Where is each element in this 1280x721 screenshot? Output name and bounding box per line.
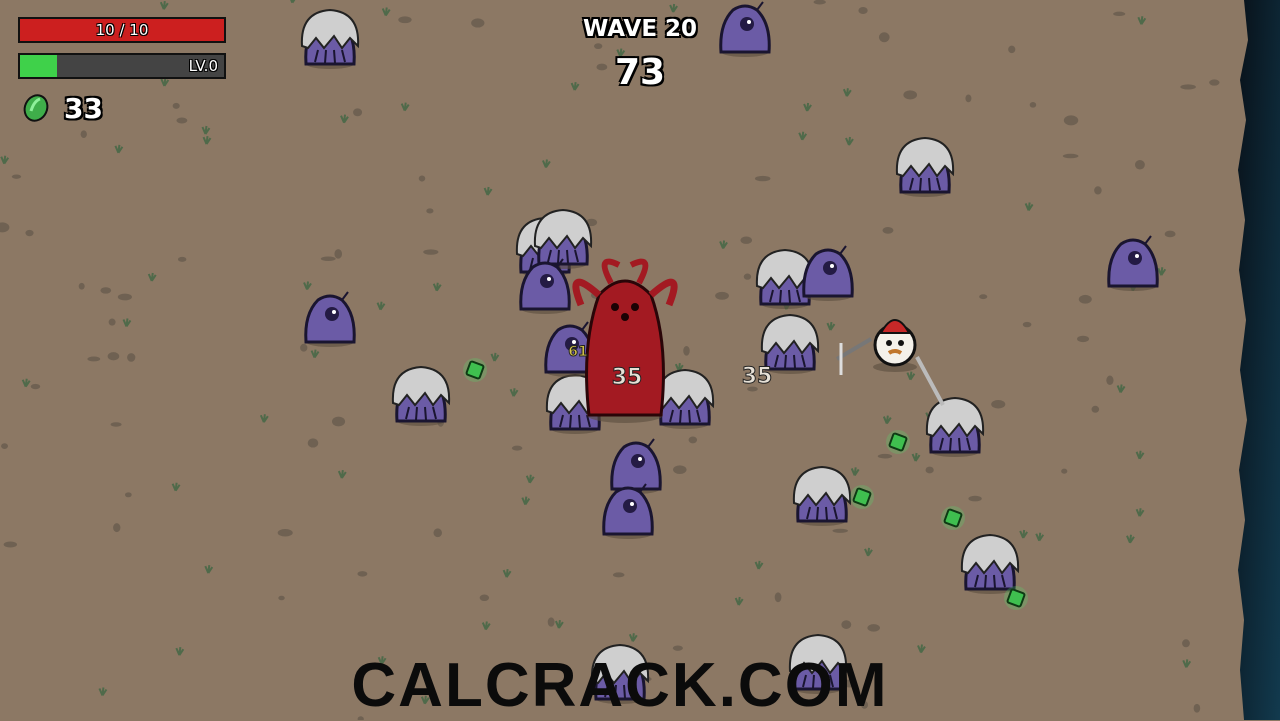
entity-layer: 35 35 61 bbox=[300, 1, 1159, 704]
green-material-drop bbox=[941, 506, 965, 530]
damage-number: 61 bbox=[568, 344, 587, 360]
materials-counter: 33 bbox=[22, 90, 103, 126]
helmeted-alien-enemy bbox=[391, 365, 451, 426]
player-character bbox=[835, 319, 945, 406]
green-material-drop bbox=[850, 485, 874, 509]
elite-boss-tentacle-monster bbox=[572, 258, 678, 423]
watermark-text: CALCRACK.COM bbox=[351, 651, 889, 720]
helmeted-alien-enemy bbox=[925, 396, 985, 457]
green-material-icon bbox=[23, 94, 49, 122]
helmeted-alien-enemy bbox=[960, 533, 1020, 594]
purple-alien-enemy bbox=[304, 291, 356, 347]
helmeted-alien-enemy bbox=[792, 465, 852, 526]
wave-title: WAVE 20 bbox=[582, 16, 698, 42]
health-bar: 10 / 10 bbox=[18, 17, 226, 43]
green-material-drop bbox=[886, 430, 910, 454]
damage-number: 35 bbox=[742, 364, 773, 389]
green-material-drop bbox=[463, 358, 487, 382]
helmeted-alien-enemy bbox=[300, 8, 360, 69]
wave-timer: 73 bbox=[614, 52, 666, 93]
helmeted-alien-enemy bbox=[895, 136, 955, 197]
materials-count: 33 bbox=[64, 91, 103, 125]
purple-alien-enemy bbox=[1107, 235, 1159, 291]
experience-bar: LV.0 bbox=[18, 53, 226, 79]
helmeted-alien-enemy bbox=[655, 368, 715, 429]
purple-alien-enemy bbox=[610, 438, 662, 494]
green-material-drop bbox=[1004, 586, 1028, 610]
level-text: LV.0 bbox=[188, 57, 218, 75]
damage-number: 35 bbox=[612, 365, 643, 390]
health-text: 10 / 10 bbox=[95, 21, 149, 39]
arena-void-edge bbox=[1238, 0, 1280, 720]
purple-alien-enemy bbox=[802, 245, 854, 301]
